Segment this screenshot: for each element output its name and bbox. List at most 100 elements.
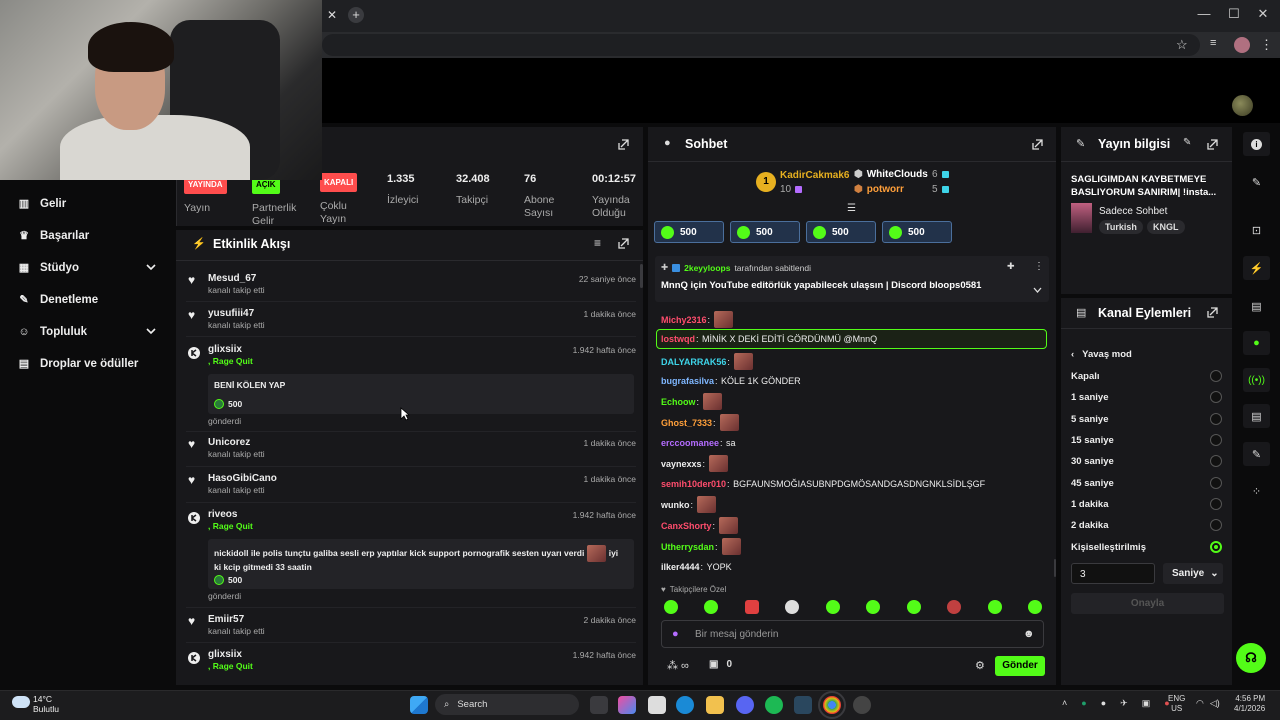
- chat-scrollbar[interactable]: [1054, 559, 1056, 577]
- radio-button-selected[interactable]: [1210, 541, 1222, 553]
- slow-mode-option[interactable]: 1 dakika: [1071, 499, 1109, 510]
- chat-input[interactable]: ● Bir mesaj gönderin ☻: [661, 620, 1044, 648]
- channel-points[interactable]: ▣ 0: [709, 659, 732, 670]
- emote-icon[interactable]: [745, 600, 759, 614]
- leader-item[interactable]: ⬢ WhiteClouds: [854, 169, 928, 180]
- emote-icon[interactable]: [785, 600, 799, 614]
- sidebar-item-gelir[interactable]: ▥ Gelir: [18, 194, 66, 214]
- chrome-icon[interactable]: [818, 691, 846, 719]
- tag-chip[interactable]: KNGL: [1147, 220, 1185, 234]
- pin-icon[interactable]: ✚: [1007, 261, 1015, 272]
- radio-button[interactable]: [1210, 498, 1222, 510]
- category-name[interactable]: Sadece Sohbet: [1099, 206, 1167, 217]
- emoji-picker-icon[interactable]: ☻: [1023, 628, 1035, 640]
- bookmark-star-icon[interactable]: ☆: [1176, 37, 1192, 53]
- menu-icon[interactable]: ⋮: [1260, 37, 1276, 53]
- edit-icon[interactable]: ✎: [1183, 137, 1191, 148]
- chat-user[interactable]: bugrafasilva: [661, 376, 714, 386]
- profile-avatar[interactable]: [1234, 37, 1250, 53]
- new-tab-icon[interactable]: +: [348, 7, 364, 23]
- emote-icon[interactable]: [704, 600, 718, 614]
- emote-icon[interactable]: [826, 600, 840, 614]
- slow-mode-option[interactable]: Kapalı: [1071, 371, 1100, 382]
- clip-button[interactable]: ⊡: [1243, 218, 1270, 242]
- chat-user[interactable]: Utherrysdan: [661, 542, 714, 552]
- system-tray[interactable]: ˄ ● ● ✈ ▣ ●: [1062, 698, 1170, 709]
- windows-start-icon[interactable]: [410, 696, 428, 714]
- slow-mode-option[interactable]: 5 saniye: [1071, 414, 1109, 425]
- url-field[interactable]: [322, 34, 1200, 56]
- kicks-gift-button[interactable]: 500: [730, 221, 800, 243]
- emote-icon[interactable]: [866, 600, 880, 614]
- popout-icon[interactable]: [1032, 139, 1043, 150]
- radio-button[interactable]: [1210, 477, 1222, 489]
- kicks-gift-button[interactable]: 500: [806, 221, 876, 243]
- chat-user[interactable]: semih10der010: [661, 479, 726, 489]
- spotify-icon[interactable]: [765, 696, 783, 714]
- sidebar-item-droplar[interactable]: ▤ Droplar ve ödüller: [18, 354, 139, 374]
- event-user[interactable]: glixsiix: [208, 649, 242, 660]
- leader-item[interactable]: ⬢ potworr: [854, 184, 904, 195]
- sidebar-item-studyo[interactable]: ▦ Stüdyo: [18, 258, 158, 278]
- leader-name[interactable]: KadirCakmak6: [780, 170, 849, 181]
- send-button[interactable]: Gönder: [995, 656, 1045, 676]
- kicks-gift-button[interactable]: 500: [882, 221, 952, 243]
- more-options-icon[interactable]: ⋮: [1034, 261, 1044, 272]
- chat-user[interactable]: erccoomanee: [661, 438, 719, 448]
- radio-button[interactable]: [1210, 391, 1222, 403]
- emote-icon[interactable]: [947, 600, 961, 614]
- activity-button[interactable]: ⚡: [1243, 256, 1270, 280]
- popout-icon[interactable]: [618, 139, 629, 150]
- slow-mode-option[interactable]: 45 saniye: [1071, 478, 1114, 489]
- notes-button[interactable]: ▤: [1243, 294, 1270, 318]
- user-avatar[interactable]: [1232, 95, 1253, 116]
- clock[interactable]: 4:56 PM 4/1/2026: [1234, 694, 1265, 714]
- obs-icon[interactable]: [853, 696, 871, 714]
- event-user[interactable]: Emiir57: [208, 614, 244, 625]
- radio-button[interactable]: [1210, 370, 1222, 382]
- tag-chip[interactable]: Turkish: [1099, 220, 1143, 234]
- popout-icon[interactable]: [1207, 307, 1218, 318]
- pinned-by[interactable]: 2keyyloops: [684, 263, 730, 273]
- chat-user[interactable]: wunko: [661, 500, 690, 510]
- kicks-gift-button[interactable]: 500: [654, 221, 724, 243]
- radio-button[interactable]: [1210, 434, 1222, 446]
- language-indicator[interactable]: ENG US: [1168, 694, 1185, 714]
- info-button[interactable]: i: [1243, 132, 1270, 156]
- network-volume[interactable]: ◠ ◁): [1196, 698, 1220, 709]
- support-button[interactable]: ☊: [1236, 643, 1266, 673]
- event-user[interactable]: riveos: [208, 509, 237, 520]
- event-user[interactable]: Unicorez: [208, 437, 250, 448]
- edit-button[interactable]: ✎: [1243, 170, 1270, 194]
- weather-widget[interactable]: 14°C Bulutlu: [33, 694, 59, 714]
- emote-icon[interactable]: [988, 600, 1002, 614]
- chat-user[interactable]: lostwqd: [661, 334, 695, 344]
- gear-icon[interactable]: ⚙: [975, 659, 985, 672]
- chat-user[interactable]: ilker4444: [661, 562, 700, 572]
- event-user[interactable]: Mesud_67: [208, 273, 256, 284]
- media-icon[interactable]: ≡: [1210, 37, 1226, 53]
- edge-icon[interactable]: [676, 696, 694, 714]
- emote-icon[interactable]: [664, 600, 678, 614]
- mic-icon[interactable]: ●: [672, 628, 679, 640]
- steam-icon[interactable]: [794, 696, 812, 714]
- radio-button[interactable]: [1210, 413, 1222, 425]
- popout-icon[interactable]: [1207, 139, 1218, 150]
- sidebar-item-denetleme[interactable]: ✎ Denetleme: [18, 290, 98, 310]
- minimize-icon[interactable]: —: [1194, 6, 1214, 26]
- unit-select[interactable]: Saniye ⌄: [1163, 563, 1223, 584]
- chat-user[interactable]: vaynexxs: [661, 459, 702, 469]
- chat-user[interactable]: Michy2316: [661, 315, 707, 325]
- chat-user[interactable]: Echoow: [661, 397, 696, 407]
- radio-button[interactable]: [1210, 455, 1222, 467]
- chat-user[interactable]: CanxShorty: [661, 521, 712, 531]
- close-tab-icon[interactable]: ✕: [322, 8, 342, 24]
- slow-mode-option[interactable]: Kişiselleştirilmiş: [1071, 542, 1146, 553]
- slow-mode-option[interactable]: 15 saniye: [1071, 435, 1114, 446]
- slow-mode-option[interactable]: 2 dakika: [1071, 520, 1109, 531]
- broadcast-button[interactable]: ((•)): [1243, 368, 1270, 392]
- maximize-icon[interactable]: ☐: [1224, 6, 1244, 26]
- info-settings-button[interactable]: ✎: [1243, 442, 1270, 466]
- sidebar-item-basarilar[interactable]: ♛ Başarılar: [18, 226, 89, 246]
- infinite-icon[interactable]: ⁂ ∞: [667, 659, 689, 672]
